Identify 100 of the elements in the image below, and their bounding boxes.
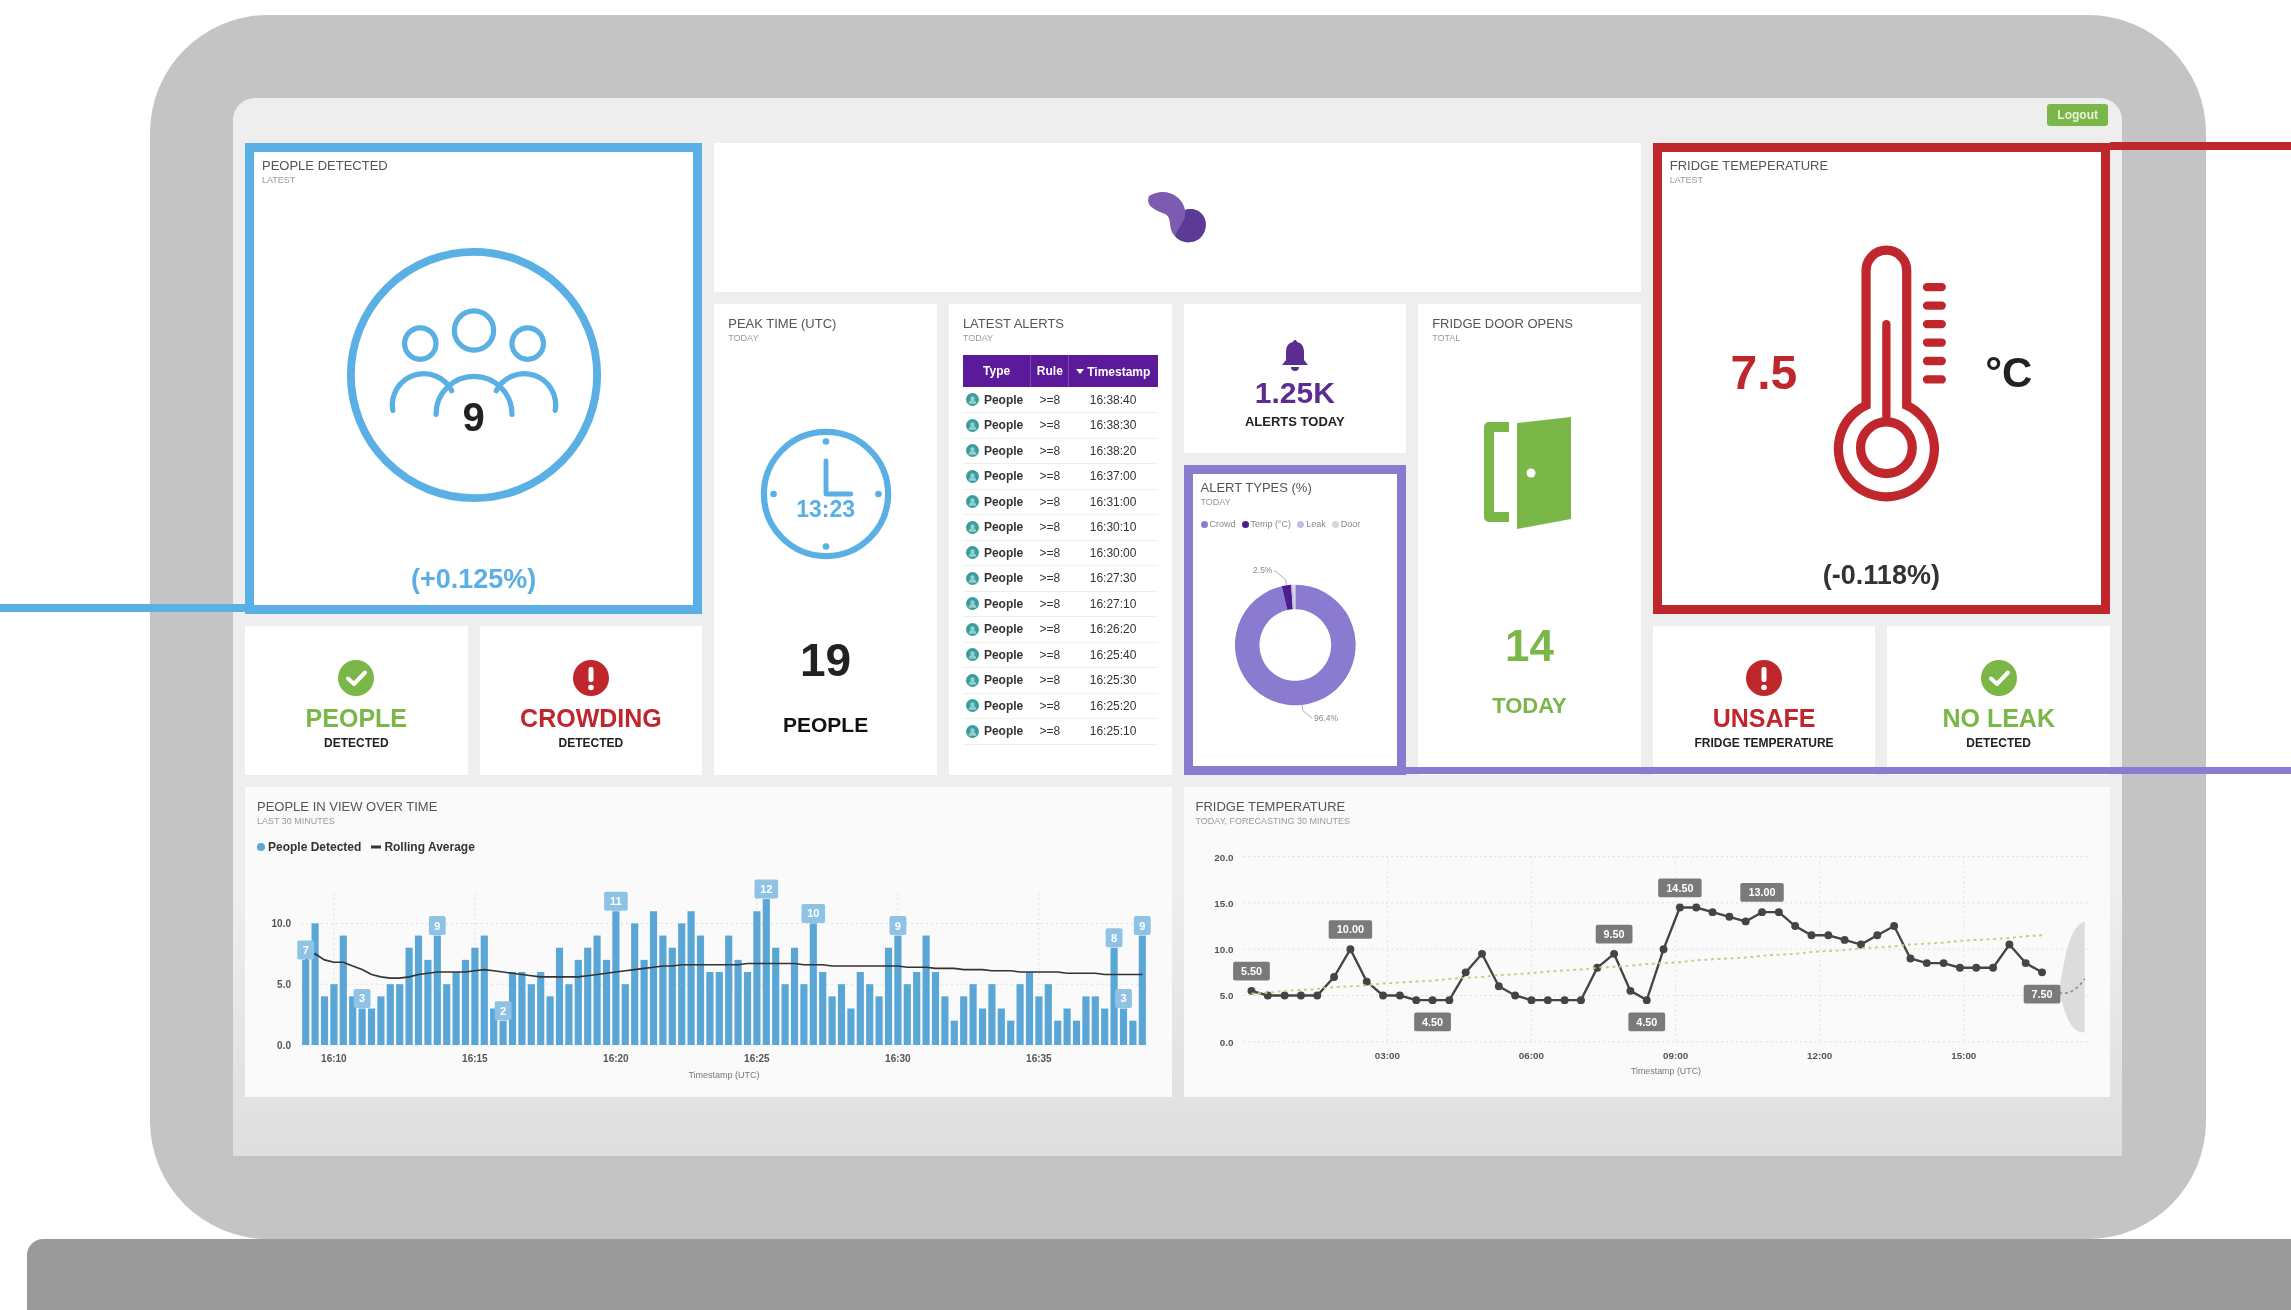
table-cell: People bbox=[983, 545, 1024, 560]
table-cell: >=8 bbox=[1031, 591, 1069, 617]
axis-title: Timestamp (UTC) bbox=[1630, 1066, 1701, 1077]
axis-tick-label: 16:25 bbox=[744, 1053, 770, 1064]
data-label: 4.50 bbox=[1627, 1012, 1665, 1032]
table-cell: People bbox=[983, 494, 1024, 509]
person-circle-icon bbox=[965, 571, 979, 585]
temperature-value: 7.5 bbox=[1730, 345, 1798, 400]
data-label: 10 bbox=[801, 903, 826, 923]
point bbox=[1642, 996, 1651, 1005]
column-header[interactable]: Type bbox=[962, 355, 1031, 387]
axis-tick-label: 16:10 bbox=[321, 1053, 347, 1064]
card-subtitle: TODAY bbox=[728, 333, 759, 343]
data-label: 13.00 bbox=[1739, 883, 1784, 902]
card-title: PEAK TIME (UTC) bbox=[728, 316, 837, 331]
point bbox=[1428, 996, 1436, 1005]
table-cell: People bbox=[983, 418, 1024, 433]
table-cell: People bbox=[983, 392, 1024, 407]
table-cell: >=8 bbox=[1031, 438, 1069, 464]
alerts-label: ALERTS TODAY bbox=[1244, 414, 1345, 429]
table-cell: 16:26:20 bbox=[1068, 616, 1158, 642]
card-title: FRIDGE TEMPERATURE bbox=[1195, 799, 1346, 814]
door-opens-label: TODAY bbox=[1492, 693, 1567, 719]
point bbox=[1823, 931, 1832, 940]
axis-tick-label: 12:00 bbox=[1806, 1049, 1832, 1061]
table-cell: 16:27:10 bbox=[1068, 591, 1158, 617]
peak-time: 13:23 bbox=[796, 495, 855, 523]
table-cell: People bbox=[983, 520, 1024, 535]
point bbox=[1461, 968, 1470, 977]
data-label: 96.4% bbox=[1313, 712, 1339, 723]
table-cell: >=8 bbox=[1031, 667, 1069, 693]
table-cell: People bbox=[983, 469, 1024, 484]
card-title: FRIDGE DOOR OPENS bbox=[1432, 316, 1573, 331]
data-label: 2.5% bbox=[1252, 564, 1287, 586]
data-label: 7.50 bbox=[2023, 984, 2060, 1004]
point bbox=[1807, 931, 1815, 940]
table-cell: People bbox=[983, 443, 1024, 458]
change-percentage: (+0.125%) bbox=[410, 564, 537, 595]
axis-tick-label: 0.0 bbox=[1219, 1036, 1233, 1048]
column-header[interactable]: Timestamp bbox=[1068, 355, 1158, 387]
data-label: 3 bbox=[353, 989, 371, 1008]
person-circle-icon bbox=[965, 597, 979, 611]
point bbox=[1691, 903, 1700, 912]
data-label: 10.00 bbox=[1328, 920, 1372, 939]
table-cell: >=8 bbox=[1031, 463, 1069, 489]
status-title: CROWDING bbox=[520, 703, 662, 733]
point bbox=[1560, 996, 1569, 1005]
point bbox=[1477, 949, 1486, 958]
data-label: 2 bbox=[494, 1001, 512, 1021]
column-header[interactable]: Rule bbox=[1031, 355, 1069, 387]
point bbox=[1708, 908, 1716, 917]
legend-label: People Detected bbox=[268, 840, 362, 854]
legend-label: Temp (°C) bbox=[1250, 519, 1292, 529]
table-cell: 16:38:40 bbox=[1068, 387, 1158, 413]
axis-tick-label: 5.0 bbox=[277, 979, 291, 991]
point bbox=[1329, 973, 1338, 981]
table-cell: People bbox=[983, 622, 1024, 637]
status-subtitle: DETECTED bbox=[323, 735, 389, 750]
data-label: 7 bbox=[297, 940, 315, 960]
point bbox=[1840, 935, 1849, 944]
table-cell: 16:31:00 bbox=[1068, 489, 1158, 515]
card-title: LATEST ALERTS bbox=[962, 316, 1065, 331]
legend-label: Door bbox=[1340, 519, 1361, 529]
table-cell: >=8 bbox=[1031, 514, 1069, 540]
people-label: PEOPLE bbox=[782, 713, 869, 737]
point bbox=[1790, 922, 1799, 930]
table-cell: People bbox=[983, 571, 1024, 586]
point bbox=[1988, 963, 1997, 972]
card-title: PEOPLE DETECTED bbox=[262, 158, 388, 173]
point bbox=[1378, 991, 1387, 1000]
axis-tick-label: 16:30 bbox=[885, 1053, 911, 1064]
table-cell: People bbox=[983, 673, 1024, 688]
table-cell: >=8 bbox=[1031, 489, 1069, 515]
card-subtitle: TODAY bbox=[1200, 497, 1231, 507]
axis-tick-label: 15.0 bbox=[1213, 897, 1233, 909]
card-subtitle: TODAY bbox=[962, 333, 994, 343]
point bbox=[2021, 959, 2030, 968]
card-subtitle: TODAY, FORECASTING 30 MINUTES bbox=[1195, 816, 1351, 826]
alerts-count: 1.25K bbox=[1254, 376, 1335, 410]
point bbox=[1889, 922, 1898, 930]
table-cell: >=8 bbox=[1031, 616, 1069, 642]
status-title: PEOPLE bbox=[305, 703, 407, 733]
data-label: 4.50 bbox=[1413, 1012, 1451, 1032]
axis-tick-label: 0.0 bbox=[277, 1040, 291, 1051]
legend-label: Crowd bbox=[1209, 519, 1236, 529]
axis-tick-label: 03:00 bbox=[1374, 1049, 1400, 1061]
point bbox=[1411, 996, 1420, 1005]
table-cell: People bbox=[983, 647, 1024, 662]
status-title: UNSAFE bbox=[1712, 703, 1816, 733]
axis-tick-label: 5.0 bbox=[1219, 990, 1233, 1002]
point bbox=[1872, 931, 1881, 940]
point bbox=[1955, 963, 1964, 972]
table-cell: >=8 bbox=[1031, 387, 1069, 413]
change-percentage: (-0.118%) bbox=[1822, 560, 1940, 591]
status-subtitle: DETECTED bbox=[558, 735, 624, 750]
point bbox=[1280, 991, 1289, 1000]
point bbox=[1543, 996, 1552, 1005]
data-label: 9 bbox=[1133, 916, 1151, 936]
axis-tick-label: 15:00 bbox=[1950, 1049, 1976, 1061]
table-cell: >=8 bbox=[1031, 540, 1069, 566]
